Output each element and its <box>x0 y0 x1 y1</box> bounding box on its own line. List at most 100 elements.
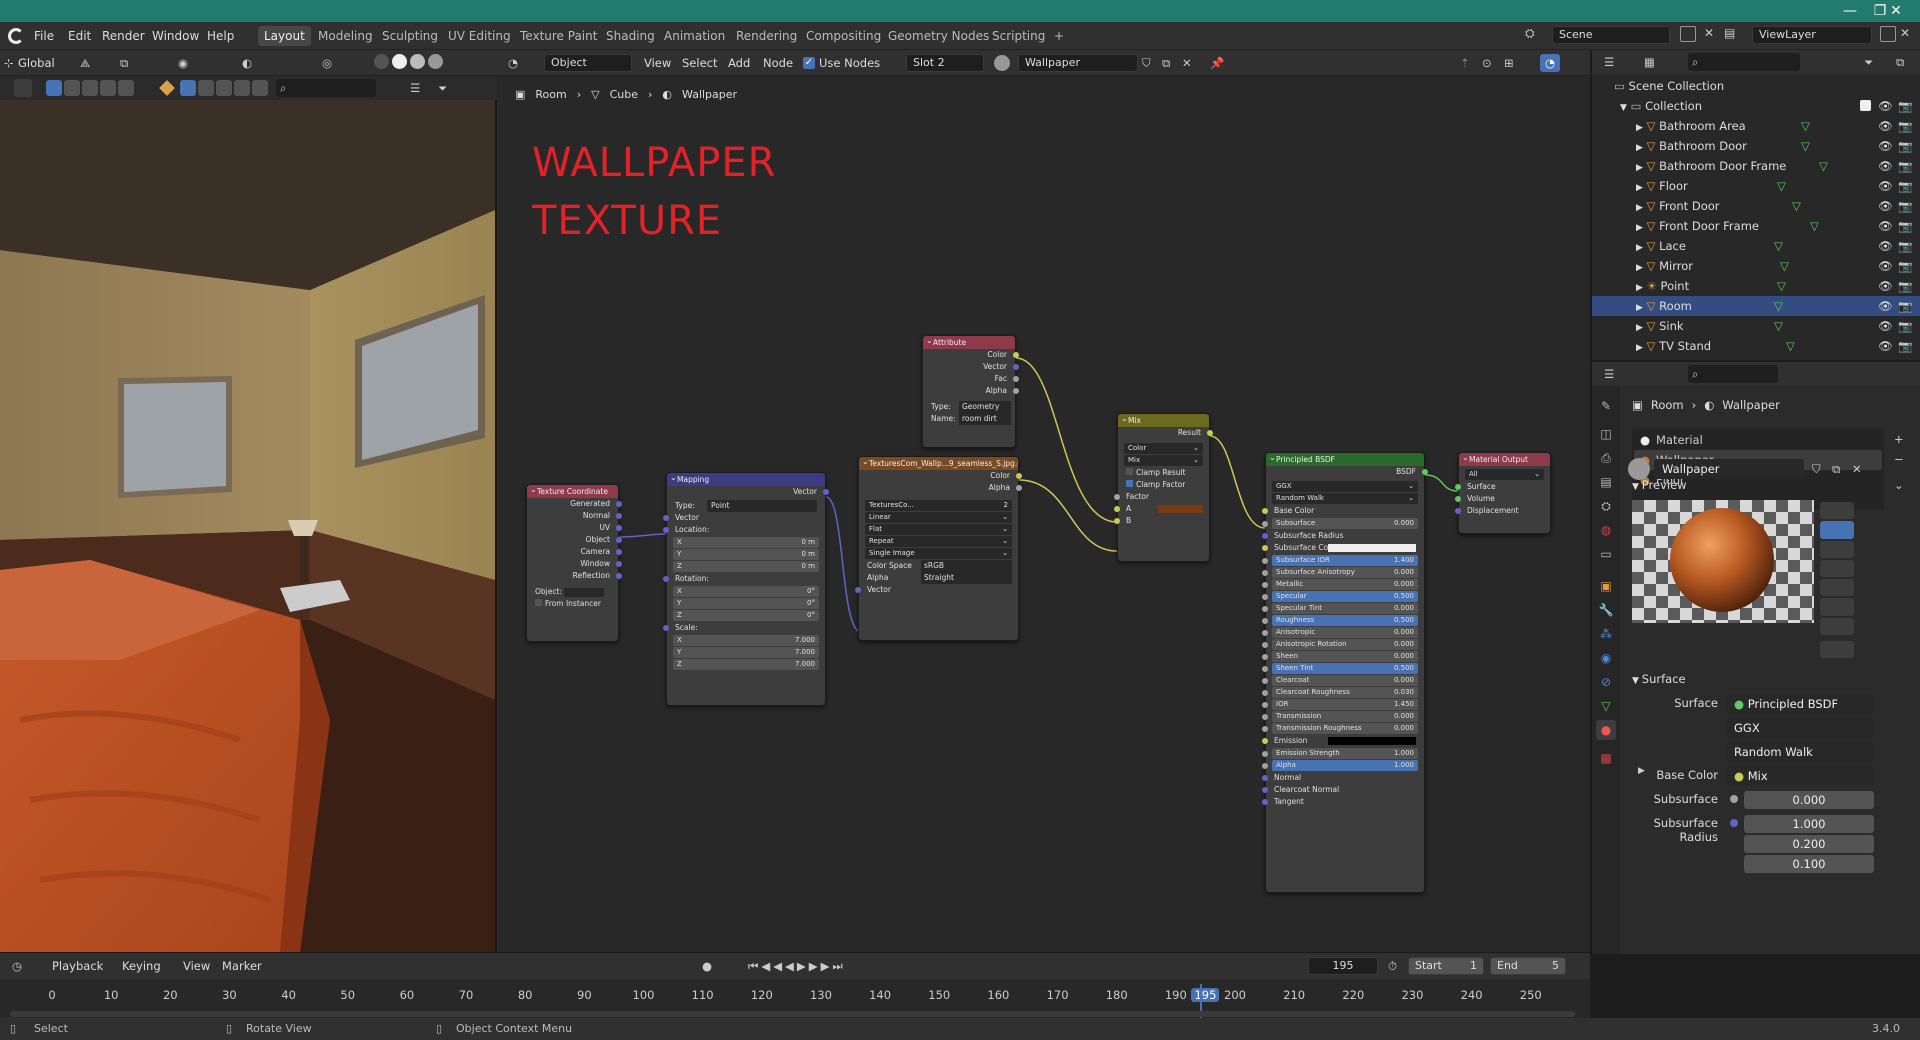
mapping-node[interactable]: Mapping Vector Type:Point Vector Locatio… <box>663 471 829 706</box>
camera-icon[interactable]: 📷 <box>1898 176 1912 196</box>
remove-slot-icon[interactable]: − <box>1894 450 1904 468</box>
new-viewlayer-icon[interactable] <box>1880 26 1896 42</box>
preview-sphere-icon[interactable] <box>1820 521 1854 539</box>
bsdf-input-clearcoat[interactable]: Clearcoat 0.000 <box>1262 675 1418 686</box>
bsdf-input-clearcoat-roughness[interactable]: Clearcoat Roughness 0.030 <box>1262 687 1418 698</box>
outliner-item[interactable]: ▶ ▽ Bathroom Door ▽ 👁 📷 <box>1592 136 1920 156</box>
bsdf-input-alpha[interactable]: Alpha 1.000 <box>1262 760 1418 771</box>
expand-icon[interactable]: ▶ <box>1636 303 1643 313</box>
eye-icon[interactable]: 👁 <box>1878 236 1893 256</box>
outliner-item[interactable]: ▶ ▽ TV Stand ▽ 👁 📷 <box>1592 336 1920 356</box>
eye-icon[interactable]: 👁 <box>1878 256 1893 276</box>
source-dropdown[interactable]: Single Image ⌄ <box>865 548 1012 559</box>
preview-world-icon[interactable] <box>1820 640 1854 658</box>
bsdf-input-specular[interactable]: Specular 0.500 <box>1262 591 1418 602</box>
scale-y-field[interactable]: Y 7.000 <box>673 647 819 658</box>
bsdf-input-metallic[interactable]: Metallic 0.000 <box>1262 579 1418 590</box>
socket-icon[interactable] <box>1730 819 1738 827</box>
material-output-node[interactable]: Material Output All⌄ Surface Volume Disp… <box>1455 451 1551 534</box>
socket-icon[interactable] <box>1262 714 1268 720</box>
render-tab-icon[interactable]: ◫ <box>1596 424 1616 444</box>
close-window-button[interactable]: ✕ <box>1876 0 1916 22</box>
bsdf-input-anisotropic-rotation[interactable]: Anisotropic Rotation 0.000 <box>1262 639 1418 650</box>
world-tab-icon[interactable]: ◍ <box>1596 520 1616 540</box>
location-z-field[interactable]: Z0 m <box>673 561 819 572</box>
socket-icon[interactable] <box>1262 642 1268 648</box>
editor-type-icon[interactable]: ☰ <box>1604 365 1614 383</box>
clamp-result-checkbox[interactable]: Clamp Result <box>1118 467 1209 479</box>
texture-coordinate-node[interactable]: Texture Coordinate Generated Normal UV O… <box>526 483 622 642</box>
outliner-item[interactable]: ▶ ▽ Room ▽ 👁 📷 <box>1592 296 1920 316</box>
collection-checkbox[interactable] <box>1860 100 1871 111</box>
data-tab-icon[interactable]: ▽ <box>1596 696 1616 716</box>
marker-menu[interactable]: Marker <box>222 957 262 975</box>
socket-icon[interactable] <box>1262 545 1268 551</box>
socket-icon[interactable] <box>1262 521 1268 527</box>
preview-range-icon[interactable]: ⏱ <box>1388 957 1397 975</box>
socket-icon[interactable] <box>1262 726 1268 732</box>
bsdf-input-sheen-tint[interactable]: Sheen Tint 0.500 <box>1262 663 1418 674</box>
preview-hair-icon[interactable] <box>1820 559 1854 577</box>
camera-icon[interactable]: 📷 <box>1898 336 1912 356</box>
distribution-dropdown[interactable]: GGX ⌄ <box>1272 481 1418 492</box>
eye-icon[interactable]: 👁 <box>1878 276 1893 296</box>
output-target-dropdown[interactable]: All ⌄ <box>1465 469 1544 480</box>
new-scene-icon[interactable] <box>1680 26 1696 42</box>
expand-icon[interactable]: ▶ <box>1636 143 1643 153</box>
bsdf-input-subsurface-co[interactable]: Subsurface Co... <box>1262 542 1424 554</box>
new-collection-icon[interactable]: ⧉ <box>1896 53 1904 71</box>
camera-icon[interactable]: 📷 <box>1898 116 1912 136</box>
expand-icon[interactable]: ▶ <box>1636 203 1643 213</box>
bsdf-input-anisotropic[interactable]: Anisotropic 0.000 <box>1262 627 1418 638</box>
subsurface-field[interactable]: 0.000 <box>1744 791 1874 809</box>
bsdf-input-specular-tint[interactable]: Specular Tint 0.000 <box>1262 603 1418 614</box>
properties-search-input[interactable] <box>1688 365 1778 383</box>
playback-menu[interactable]: Playback <box>52 957 103 975</box>
outliner-item[interactable]: ▶ ☀ Point ▽ 👁 📷 <box>1592 276 1920 296</box>
viewlayer-selector[interactable]: ViewLayer <box>1752 26 1872 44</box>
particles-tab-icon[interactable]: ⁂ <box>1596 624 1616 644</box>
outliner-item[interactable]: ▶ ▽ Front Door ▽ 👁 📷 <box>1592 196 1920 216</box>
expand-icon[interactable]: ▶ <box>1636 183 1643 193</box>
duplicate-material-icon[interactable]: ⧉ <box>1832 460 1840 478</box>
outliner-item[interactable]: ▶ ▽ Mirror ▽ 👁 📷 <box>1592 256 1920 276</box>
eye-icon[interactable]: 👁 <box>1878 156 1893 176</box>
distribution-dropdown[interactable]: GGX <box>1726 718 1874 738</box>
expand-icon[interactable]: ▶ <box>1636 243 1643 253</box>
socket-icon[interactable] <box>1262 570 1268 576</box>
camera-icon[interactable]: 📷 <box>1898 276 1912 296</box>
socket-icon[interactable] <box>1262 630 1268 636</box>
unlink-material-icon[interactable]: ✕ <box>1852 460 1862 478</box>
socket-icon[interactable] <box>1262 751 1268 757</box>
material-browse-icon[interactable] <box>1628 458 1650 480</box>
filter-funnel-icon[interactable]: ⏷ <box>1864 53 1873 71</box>
socket-icon[interactable] <box>1262 738 1268 744</box>
viewlayer-icon[interactable]: ▤ <box>1724 26 1746 44</box>
bsdf-input-roughness[interactable]: Roughness 0.500 <box>1262 615 1418 626</box>
display-mode-icon[interactable]: ▦ <box>1644 53 1655 71</box>
socket-icon[interactable] <box>1262 508 1268 514</box>
view-layer-tab-icon[interactable]: ▤ <box>1596 472 1616 492</box>
projection-dropdown[interactable]: Flat ⌄ <box>865 524 1012 535</box>
camera-icon[interactable]: 📷 <box>1898 256 1912 276</box>
expand-icon[interactable]: ▶ <box>1636 323 1643 333</box>
physics-tab-icon[interactable]: ◉ <box>1596 648 1616 668</box>
object-tab-icon[interactable]: ▣ <box>1596 576 1616 596</box>
outliner-item[interactable]: ▶ ▽ Bathroom Area ▽ 👁 📷 <box>1592 116 1920 136</box>
slot-specials-icon[interactable]: ⌄ <box>1894 476 1904 494</box>
eye-icon[interactable]: 👁 <box>1878 216 1893 236</box>
socket-icon[interactable] <box>1262 690 1268 696</box>
fake-user-shield-icon[interactable]: ⛉ <box>1812 460 1821 478</box>
camera-icon[interactable]: 📷 <box>1898 236 1912 256</box>
preview-fluid-icon[interactable] <box>1820 617 1854 635</box>
color-swatch[interactable] <box>1328 737 1416 745</box>
bsdf-input-sheen[interactable]: Sheen 0.000 <box>1262 651 1418 662</box>
current-frame-field[interactable]: 195 <box>1308 957 1378 975</box>
timeline-scrollbar[interactable] <box>10 1011 1575 1017</box>
expand-icon[interactable]: ▶ <box>1636 123 1643 133</box>
tool-tab-icon[interactable]: ✎ <box>1596 396 1616 416</box>
outliner-item[interactable]: ▶ ▽ Bathroom Door Frame ▽ 👁 📷 <box>1592 156 1920 176</box>
rotation-y-field[interactable]: Y 0° <box>673 598 819 609</box>
attribute-type-row[interactable]: Type: Geometry <box>923 401 1015 413</box>
socket-icon[interactable] <box>1262 558 1268 564</box>
